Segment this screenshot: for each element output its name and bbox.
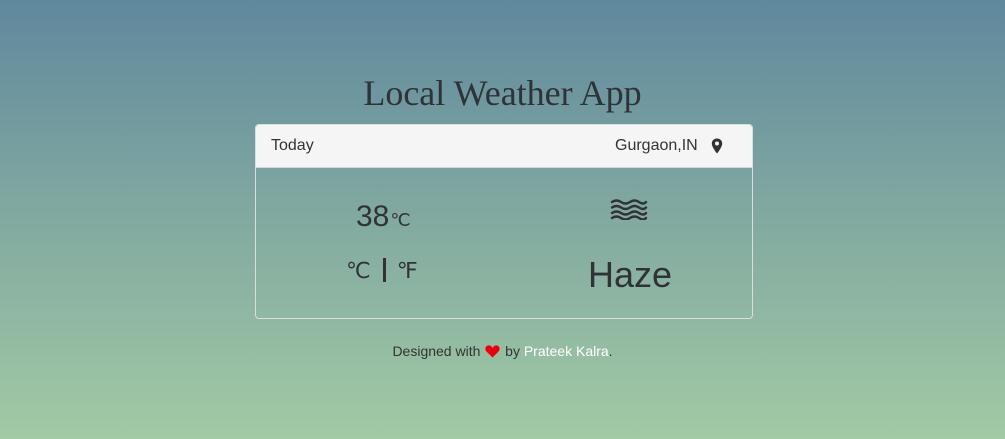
unit-separator	[382, 258, 386, 282]
footer: Designed with by Prateek Kalra.	[0, 343, 1005, 359]
temperature-unit: ℃	[390, 210, 411, 230]
day-label: Today	[271, 137, 314, 154]
footer-suffix: .	[608, 343, 613, 359]
fahrenheit-toggle[interactable]: ℉	[397, 259, 418, 284]
page-title: Local Weather App	[363, 73, 642, 113]
weather-condition: Haze	[587, 254, 673, 295]
footer-by: by	[505, 343, 520, 359]
location-label: Gurgaon,IN	[615, 137, 698, 154]
weather-card: Today Gurgaon,IN 38℃ ℃ ℉ Haze	[255, 124, 753, 319]
heart-icon	[485, 345, 500, 358]
temperature-value: 38	[356, 200, 390, 233]
celsius-toggle[interactable]: ℃	[346, 259, 371, 284]
haze-icon	[610, 199, 648, 220]
footer-prefix: Designed with	[392, 343, 481, 359]
card-header: Today Gurgaon,IN	[256, 125, 752, 168]
unit-toggle: ℃ ℉	[346, 258, 418, 284]
author-link[interactable]: Prateek Kalra	[524, 343, 609, 359]
map-pin-icon	[711, 138, 723, 154]
temperature-display: 38℃	[356, 200, 411, 234]
card-body: 38℃ ℃ ℉ Haze	[256, 168, 752, 318]
